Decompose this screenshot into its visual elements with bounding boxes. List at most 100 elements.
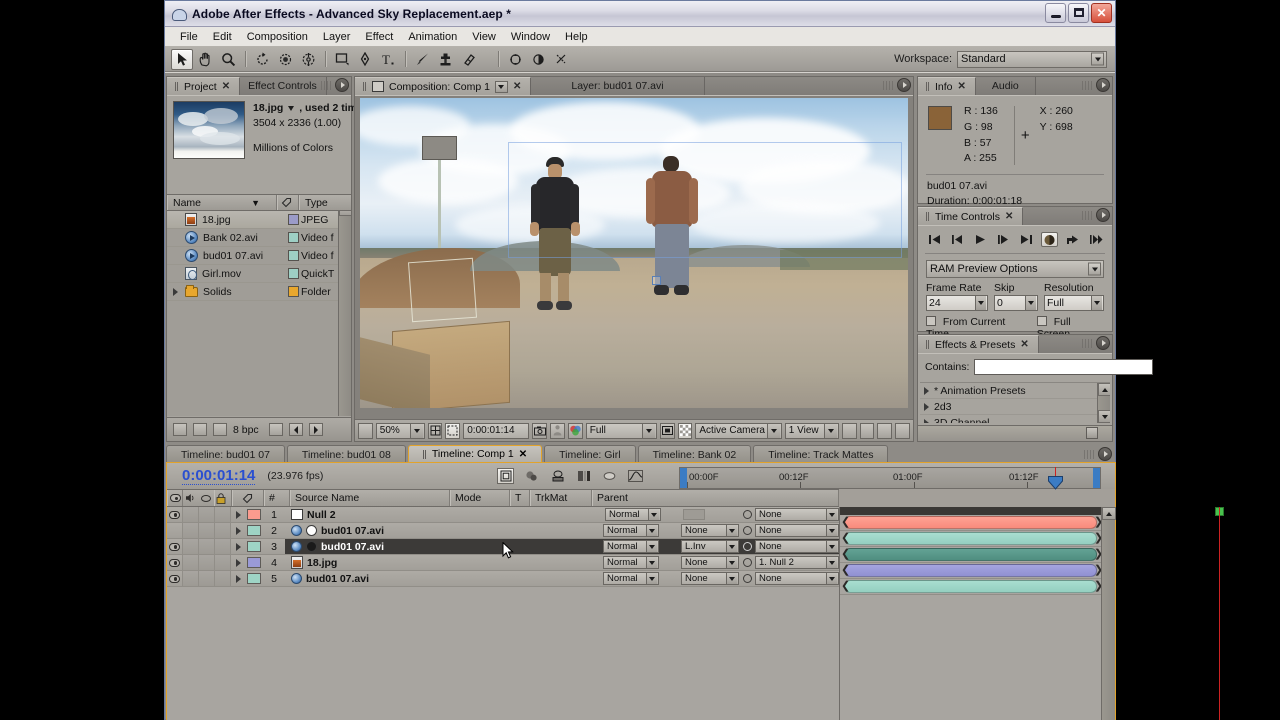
close-icon[interactable]: ✕ [958,81,966,92]
bar-in-handle[interactable]: ❮ [841,580,850,592]
parent-pickwhip-icon[interactable] [743,510,752,519]
menu-effect[interactable]: Effect [358,29,400,45]
project-scrollbar[interactable] [338,211,351,416]
brush-tool[interactable] [411,49,433,70]
first-frame-icon[interactable] [926,232,943,247]
chevron-down-icon[interactable] [766,423,780,438]
layer-bar-row[interactable]: ❮ ❯ [840,515,1103,531]
solo-switch[interactable] [199,539,215,554]
lock-switch[interactable] [215,523,231,538]
viewer-panel-menu[interactable] [883,78,911,92]
menu-layer[interactable]: Layer [316,29,358,45]
time-controls-panel-menu[interactable] [1082,208,1110,222]
grid-guides-icon[interactable] [427,422,443,439]
bar-in-handle[interactable]: ❮ [841,548,850,560]
next-frame-icon[interactable] [995,232,1012,247]
tab-timeline-comp1[interactable]: Timeline: Comp 1 ✕ [407,445,543,463]
column-t[interactable]: T [510,490,530,506]
layer-color-swatch[interactable] [247,525,261,536]
magnification-dropdown[interactable]: 50% [375,422,425,439]
lock-switch[interactable] [215,571,231,586]
chevron-down-icon[interactable] [646,541,657,552]
table-row[interactable]: 2 bud01 07.avi Normal None None [167,523,839,539]
enable-motion-blur-icon[interactable] [601,468,618,484]
graph-editor-icon[interactable] [627,468,644,484]
table-row[interactable]: 5 bud01 07.avi Normal None None [167,571,839,587]
playhead-line[interactable] [1219,507,1220,720]
new-comp-icon[interactable] [213,423,227,436]
magnification-prev-icon[interactable] [358,422,373,439]
label-swatch[interactable] [288,232,299,243]
layer-duration-bar[interactable] [844,516,1097,529]
column-solo-switch[interactable] [199,490,214,506]
eye-icon[interactable] [169,558,180,567]
layer-source-name-cell[interactable]: bud01 07.avi [285,525,603,537]
pan-behind-tool[interactable] [297,49,319,70]
scroll-right-button[interactable] [308,423,323,436]
work-area-end-handle[interactable] [1093,468,1100,488]
column-label[interactable] [232,490,264,506]
comp-flowchart-icon[interactable] [895,422,910,439]
column-video-switch[interactable] [167,490,183,506]
layer-bar-row[interactable]: ❮ ❯ [840,547,1103,563]
audio-preview-icon[interactable] [1041,232,1058,247]
expand-triangle[interactable] [231,526,245,535]
pen-tool[interactable] [354,49,376,70]
tab-layer-bud01[interactable]: Layer: bud01 07.avi [531,77,705,95]
table-row[interactable]: 1 Null 2 Normal None [167,507,839,523]
video-switch[interactable] [167,571,183,586]
scroll-up-button[interactable] [339,211,351,216]
region-of-interest-icon[interactable] [445,422,461,439]
chevron-down-icon[interactable] [641,423,655,438]
audio-switch[interactable] [183,539,199,554]
comp-mini-flowchart-icon[interactable] [497,468,514,484]
tab-project[interactable]: Project ✕ [167,77,241,95]
expand-triangle[interactable] [231,574,245,583]
parent-pickwhip-icon[interactable] [743,558,752,567]
layer-color-swatch[interactable] [247,541,261,552]
bar-in-handle[interactable]: ❮ [841,532,850,544]
audio-switch[interactable] [183,507,199,522]
close-icon[interactable]: ✕ [513,81,521,92]
chevron-down-icon[interactable] [646,573,657,584]
audio-switch[interactable] [183,571,199,586]
take-snapshot-icon[interactable] [532,422,547,439]
chevron-down-icon[interactable] [826,525,837,536]
parent-dropdown[interactable]: None [755,508,839,521]
timeline-ruler[interactable]: 00:00F 00:12F 01:00F 01:12F [679,467,1101,490]
solo-switch[interactable] [199,523,215,538]
blend-mode-dropdown[interactable]: Normal [603,572,659,585]
zoom-tool[interactable] [217,49,239,70]
lock-switch[interactable] [215,539,231,554]
label-swatch[interactable] [288,250,299,261]
workspace-dropdown[interactable]: Standard [957,50,1107,68]
list-item[interactable]: 2d3 [920,399,1110,415]
parent-pickwhip-icon[interactable] [743,542,752,551]
puppet-starch-tool[interactable] [550,49,572,70]
list-item[interactable]: Solids Folder [167,283,351,301]
video-switch[interactable] [167,507,183,522]
audio-switch[interactable] [183,523,199,538]
ruler-track[interactable]: 00:00F 00:12F 01:00F 01:12F [687,467,1093,490]
bit-depth-label[interactable]: 8 bpc [233,424,259,436]
rotation-tool[interactable] [251,49,273,70]
table-row[interactable]: 3 bud01 07.avi Normal L.Inv None [167,539,839,555]
layer-source-name-cell[interactable]: Null 2 [285,509,605,521]
chevron-down-icon[interactable] [726,557,737,568]
play-icon[interactable] [972,232,989,247]
layer-source-name-cell[interactable]: 18.jpg [285,556,603,569]
eraser-tool[interactable] [457,49,479,70]
effects-scrollbar[interactable] [1097,383,1110,423]
parent-dropdown[interactable]: None [755,524,839,537]
channels-icon[interactable] [567,422,583,439]
column-type[interactable]: Type [299,195,351,210]
tab-timeline-track-mattes[interactable]: Timeline: Track Mattes [753,445,889,463]
layer-color-swatch[interactable] [247,509,261,520]
frame-rate-input[interactable]: 24 [926,295,988,311]
project-panel-menu[interactable] [321,78,349,92]
effects-list[interactable]: * Animation Presets 2d3 3D Channel [920,382,1110,423]
list-item[interactable]: bud01 07.avi Video f [167,247,351,265]
puppet-overlap-tool[interactable] [527,49,549,70]
disclosure-triangle-icon[interactable] [924,386,929,395]
tab-timeline-girl[interactable]: Timeline: Girl [544,445,636,463]
